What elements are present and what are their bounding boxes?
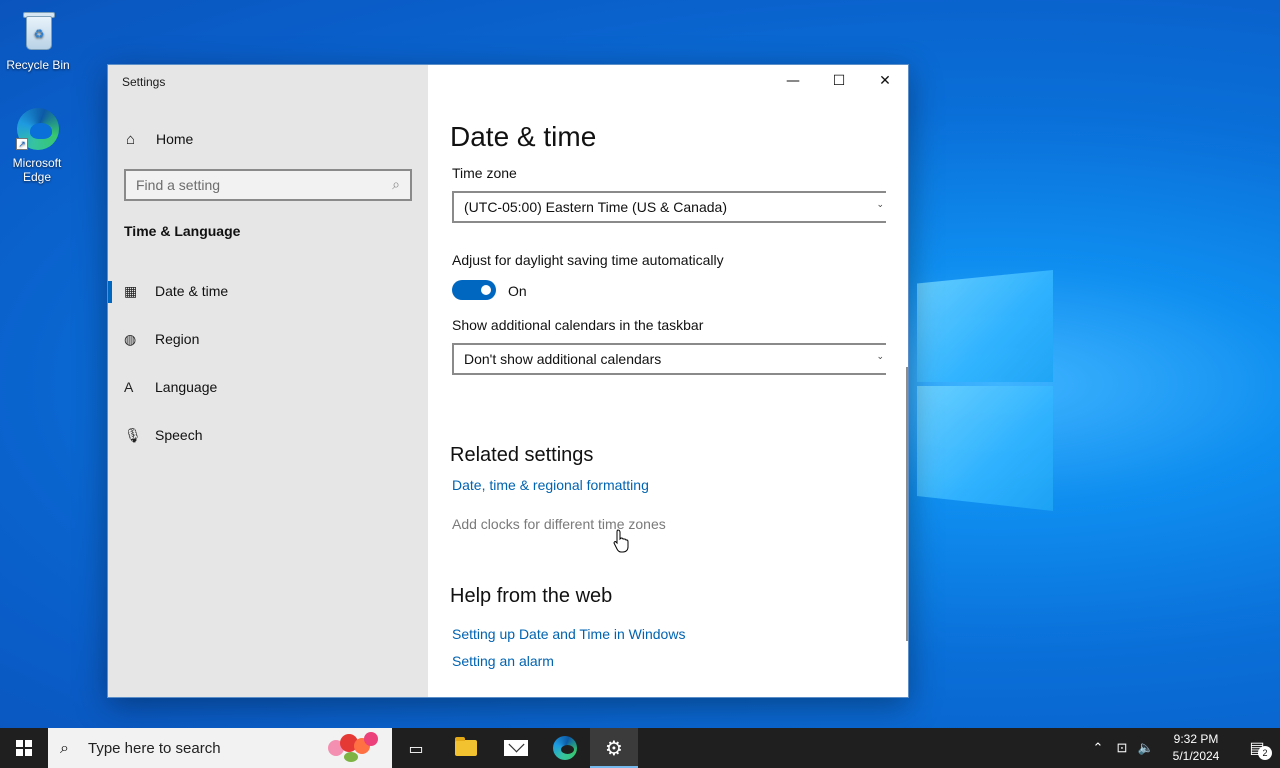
chevron-down-icon: ⌄: [876, 351, 884, 361]
globe-icon: ◍: [124, 330, 137, 347]
sidebar-item-label: Date & time: [155, 283, 229, 299]
sidebar-item-speech[interactable]: 🎙 Speech: [108, 415, 428, 455]
folder-icon: [455, 737, 477, 756]
link-setting-up-date-time[interactable]: Setting up Date and Time in Windows: [452, 626, 685, 642]
sidebar-item-language[interactable]: A Language: [108, 367, 428, 407]
find-setting-input[interactable]: [136, 177, 393, 193]
sidebar-item-label: Language: [155, 379, 218, 395]
network-icon[interactable]: ⊡: [1110, 740, 1134, 756]
taskbar: ⌕ Type here to search ▭ ⚙ ⌃ ⊡ 🔈 9:32 PM …: [0, 728, 1280, 768]
action-center-button[interactable]: ▤ 2: [1234, 738, 1280, 760]
search-icon: ⌕: [392, 177, 400, 193]
start-button[interactable]: [0, 728, 48, 768]
time-zone-dropdown[interactable]: (UTC-05:00) Eastern Time (US & Canada) ⌄: [452, 191, 886, 223]
sidebar-item-label: Speech: [155, 427, 203, 443]
task-view-icon: ▭: [408, 738, 424, 758]
sidebar-item-region[interactable]: ◍ Region: [108, 319, 428, 359]
toggle-knob: [481, 285, 491, 295]
edge-icon: [553, 736, 577, 760]
home-icon: ⌂: [126, 130, 136, 148]
volume-muted-icon[interactable]: 🔈: [1134, 740, 1158, 756]
desktop-icon-edge[interactable]: ↗ Microsoft Edge: [0, 106, 75, 184]
related-settings-heading: Related settings: [450, 444, 594, 466]
task-view-button[interactable]: ▭: [392, 728, 440, 768]
link-add-clocks[interactable]: Add clocks for different time zones: [452, 516, 666, 532]
windows-icon: [16, 740, 32, 756]
additional-calendars-label: Show additional calendars in the taskbar: [452, 317, 704, 333]
search-icon: ⌕: [60, 738, 69, 757]
clock-date: 5/1/2024: [1172, 749, 1220, 763]
content-scrollbar[interactable]: [906, 367, 908, 641]
notification-count-badge: 2: [1258, 746, 1272, 760]
desktop-icon-recycle-bin[interactable]: ♻ Recycle Bin: [0, 8, 76, 72]
clock-time: 9:32 PM: [1173, 732, 1219, 746]
close-button[interactable]: ✕: [862, 65, 908, 97]
home-nav-item[interactable]: ⌂ Home: [108, 123, 428, 155]
recycle-bin-label: Recycle Bin: [6, 58, 70, 72]
windows-logo-wallpaper: [905, 255, 1060, 517]
taskbar-search-placeholder: Type here to search: [88, 739, 221, 757]
language-icon: A: [124, 379, 134, 395]
chevron-down-icon: ⌄: [876, 199, 884, 209]
help-from-web-heading: Help from the web: [450, 585, 613, 607]
calendar-clock-icon: ▦: [124, 282, 138, 299]
settings-window: Settings ⌂ Home ⌕ Time & Language ▦ Date…: [107, 64, 909, 698]
chevron-up-icon[interactable]: ⌃: [1086, 740, 1110, 756]
file-explorer-button[interactable]: [442, 728, 490, 768]
settings-sidebar: Settings ⌂ Home ⌕ Time & Language ▦ Date…: [108, 65, 428, 697]
find-setting-search[interactable]: ⌕: [124, 169, 412, 201]
mail-icon: [504, 740, 528, 756]
mail-button[interactable]: [492, 728, 540, 768]
minimize-button[interactable]: —: [770, 65, 816, 97]
maximize-button[interactable]: ☐: [816, 65, 862, 97]
daylight-saving-toggle[interactable]: [452, 280, 496, 300]
time-zone-label: Time zone: [452, 165, 517, 181]
settings-content: — ☐ ✕ Date & time Time zone (UTC-05:00) …: [428, 65, 908, 697]
section-title: Time & Language: [124, 223, 241, 239]
time-zone-value: (UTC-05:00) Eastern Time (US & Canada): [464, 199, 727, 215]
link-setting-alarm[interactable]: Setting an alarm: [452, 653, 554, 669]
settings-taskbar-button[interactable]: ⚙: [590, 728, 638, 768]
daylight-saving-label: Adjust for daylight saving time automati…: [452, 252, 724, 268]
microphone-icon: 🎙: [124, 426, 142, 443]
daylight-saving-state: On: [508, 283, 527, 299]
system-tray: ⌃ ⊡ 🔈 9:32 PM 5/1/2024 ▤ 2: [1086, 728, 1280, 768]
recycle-bin-icon: ♻: [15, 8, 61, 54]
additional-calendars-value: Don't show additional calendars: [464, 351, 662, 367]
edge-taskbar-button[interactable]: [541, 728, 589, 768]
edge-icon: ↗: [14, 106, 60, 152]
page-title: Date & time: [450, 121, 597, 152]
window-title: Settings: [122, 75, 166, 89]
flowers-icon: [324, 730, 382, 766]
edge-label: Microsoft Edge: [12, 156, 62, 184]
sidebar-item-label: Region: [155, 331, 200, 347]
taskbar-search-box[interactable]: ⌕ Type here to search: [48, 728, 392, 768]
home-label: Home: [156, 131, 194, 147]
sidebar-item-date-time[interactable]: ▦ Date & time: [108, 271, 428, 311]
additional-calendars-dropdown[interactable]: Don't show additional calendars ⌄: [452, 343, 886, 375]
link-date-time-regional-formatting[interactable]: Date, time & regional formatting: [452, 477, 649, 493]
window-controls: — ☐ ✕: [770, 65, 908, 97]
gear-icon: ⚙: [605, 736, 623, 760]
hand-cursor-icon: [613, 529, 629, 553]
clock[interactable]: 9:32 PM 5/1/2024: [1158, 731, 1234, 765]
